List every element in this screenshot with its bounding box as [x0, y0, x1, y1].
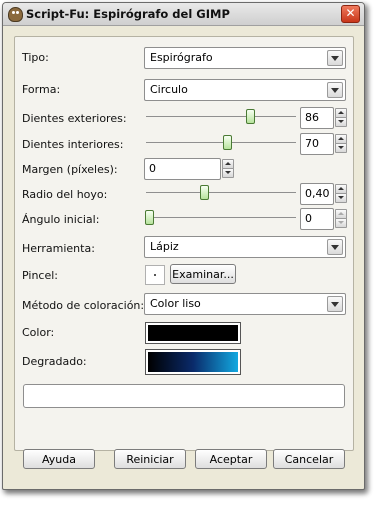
margen-spin[interactable]: 0	[144, 158, 221, 180]
close-button[interactable]: ✕	[341, 5, 360, 23]
dientes-exteriores-stepper[interactable]	[335, 108, 347, 127]
chevron-down-icon[interactable]	[327, 296, 343, 312]
dientes-exteriores-spin[interactable]: 86	[300, 107, 334, 129]
tipo-value: Espirógrafo	[150, 51, 213, 64]
margen-label: Margen (píxeles):	[22, 163, 118, 176]
dientes-interiores-track[interactable]	[146, 142, 296, 143]
margen-stepper[interactable]	[222, 159, 234, 178]
dientes-interiores-spin[interactable]: 70	[300, 133, 334, 155]
reiniciar-label: Reiniciar	[126, 453, 174, 466]
chevron-down-icon[interactable]	[327, 82, 343, 98]
tipo-combo[interactable]: Espirógrafo	[144, 47, 346, 69]
examinar-label: Examinar...	[172, 268, 234, 281]
gimp-icon	[8, 7, 23, 22]
angulo-inicial-slider-handle[interactable]	[145, 210, 154, 225]
forma-value: Circulo	[150, 83, 188, 96]
examinar-button[interactable]: Examinar...	[170, 264, 236, 284]
tipo-label: Tipo:	[22, 51, 49, 64]
radio-hoyo-value: 0,40	[305, 187, 330, 200]
brush-preview[interactable]	[145, 265, 165, 285]
reiniciar-button[interactable]: Reiniciar	[114, 449, 186, 469]
dientes-interiores-value: 70	[305, 137, 319, 150]
title-bar[interactable]: Script-Fu: Espirógrafo del GIMP ✕	[3, 3, 364, 26]
aceptar-label: Aceptar	[209, 453, 253, 466]
forma-label: Forma:	[22, 83, 61, 96]
chevron-down-icon[interactable]	[327, 239, 343, 255]
metodo-coloracion-value: Color liso	[150, 297, 201, 310]
cancelar-button[interactable]: Cancelar	[273, 449, 345, 469]
gradient-swatch-fill	[148, 352, 238, 372]
dientes-interiores-label: Dientes interiores:	[22, 138, 124, 151]
angulo-inicial-spin[interactable]: 0	[300, 208, 334, 230]
metodo-coloracion-combo[interactable]: Color liso	[144, 293, 346, 315]
radio-hoyo-stepper[interactable]	[335, 184, 347, 203]
ayuda-label: Ayuda	[42, 453, 76, 466]
color-label: Color:	[22, 326, 55, 339]
spin-down-icon[interactable]	[335, 117, 347, 127]
herramienta-combo[interactable]: Lápiz	[144, 236, 346, 258]
aceptar-button[interactable]: Aceptar	[195, 449, 267, 469]
radio-hoyo-slider-handle[interactable]	[200, 185, 209, 200]
metodo-coloracion-label: Método de coloración:	[22, 299, 145, 312]
herramienta-value: Lápiz	[150, 240, 179, 253]
dientes-interiores-slider-handle[interactable]	[223, 135, 232, 150]
spin-down-icon[interactable]	[335, 218, 347, 228]
forma-combo[interactable]: Circulo	[144, 79, 346, 101]
angulo-inicial-track[interactable]	[146, 217, 296, 218]
script-fu-dialog: Script-Fu: Espirógrafo del GIMP ✕ Tipo: …	[2, 2, 365, 490]
herramienta-label: Herramienta:	[22, 242, 95, 255]
angulo-inicial-label: Ángulo inicial:	[22, 213, 100, 226]
degradado-label: Degradado:	[22, 355, 87, 368]
radio-hoyo-track[interactable]	[146, 192, 296, 193]
spin-down-icon[interactable]	[222, 168, 234, 178]
dientes-exteriores-track[interactable]	[146, 116, 296, 117]
dientes-exteriores-slider-handle[interactable]	[246, 109, 255, 124]
chevron-down-icon[interactable]	[327, 50, 343, 66]
margen-value: 0	[149, 162, 156, 175]
ayuda-button[interactable]: Ayuda	[23, 449, 95, 469]
dientes-interiores-stepper[interactable]	[335, 134, 347, 153]
window-title: Script-Fu: Espirógrafo del GIMP	[26, 7, 230, 21]
dientes-exteriores-value: 86	[305, 111, 319, 124]
color-swatch-fill	[148, 325, 238, 341]
dientes-exteriores-label: Dientes exteriores:	[22, 112, 127, 125]
degradado-button[interactable]	[145, 349, 241, 375]
pincel-label: Pincel:	[22, 269, 58, 282]
spin-down-icon[interactable]	[335, 193, 347, 203]
color-button[interactable]	[145, 322, 241, 344]
angulo-inicial-value: 0	[305, 212, 312, 225]
radio-hoyo-label: Radio del hoyo:	[22, 188, 108, 201]
spin-down-icon[interactable]	[335, 143, 347, 153]
angulo-inicial-stepper[interactable]	[335, 209, 347, 228]
cancelar-label: Cancelar	[284, 453, 334, 466]
output-field[interactable]	[23, 384, 345, 408]
radio-hoyo-spin[interactable]: 0,40	[300, 183, 334, 205]
